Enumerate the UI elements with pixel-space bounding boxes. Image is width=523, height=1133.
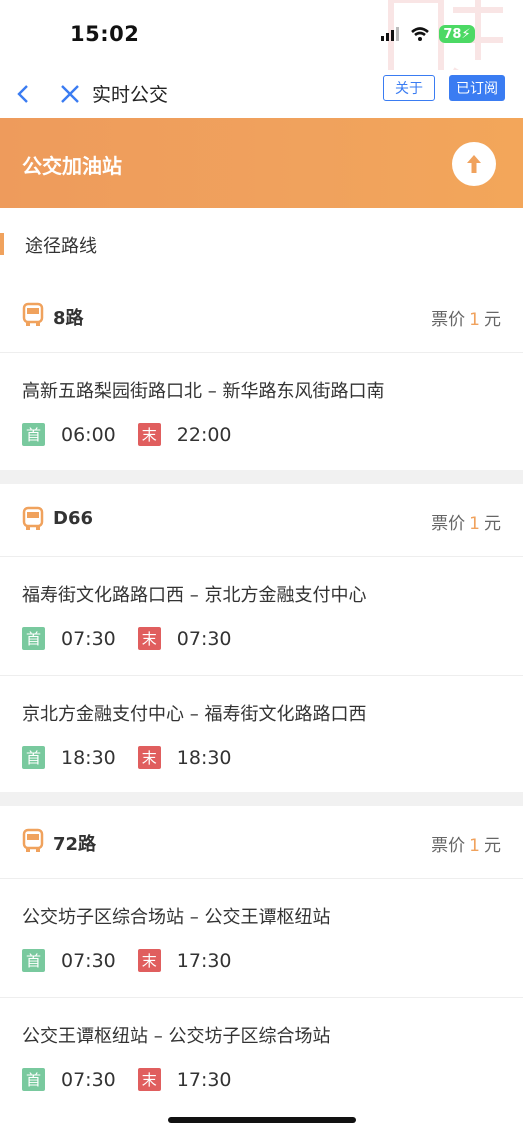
trip-row[interactable]: 高新五路梨园街路口北 – 新华路东风街路口南 首 06:00 末 22:00 <box>0 353 523 471</box>
last-bus-tag: 末 <box>137 949 161 972</box>
route-name: D66 <box>53 508 93 529</box>
section-header: 途径路线 <box>0 228 523 262</box>
trip-times: 首 06:00 末 22:00 <box>22 423 254 446</box>
bus-icon <box>22 302 44 326</box>
first-bus-time: 07:30 <box>61 627 116 650</box>
route-card[interactable]: D66 票价 1 元 福寿街文化路路口西 – 京北方金融支付中心 首 07:30 末… <box>0 488 523 794</box>
route-name: 72路 <box>53 834 97 855</box>
section-title: 途径路线 <box>25 236 97 257</box>
first-bus-tag: 首 <box>22 627 45 650</box>
last-bus-time: 22:00 <box>176 423 232 446</box>
fare-unit: 元 <box>484 836 501 856</box>
card-divider <box>0 792 523 806</box>
card-divider <box>0 470 523 484</box>
last-bus-time: 17:30 <box>176 1068 232 1091</box>
fare-value: 1 <box>469 836 480 856</box>
close-icon[interactable] <box>58 80 82 108</box>
nav-bar: 实时公交 关于 已订阅 <box>0 70 523 118</box>
wifi-icon <box>411 27 429 41</box>
fare-unit: 元 <box>484 310 501 330</box>
trip-direction: 福寿街文化路路口西 – 京北方金融支付中心 <box>22 585 367 606</box>
station-banner: 公交加油站 <box>0 118 523 208</box>
station-title: 公交加油站 <box>22 154 122 178</box>
last-bus-tag: 末 <box>137 1068 161 1091</box>
signal-icon <box>381 27 399 41</box>
first-bus-time: 06:00 <box>61 423 116 446</box>
first-bus-tag: 首 <box>22 949 45 972</box>
route-header: D66 票价 1 元 <box>0 488 523 557</box>
bus-icon <box>22 506 44 530</box>
trip-row[interactable]: 京北方金融支付中心 – 福寿街文化路路口西 首 18:30 末 18:30 <box>0 675 523 794</box>
route-card[interactable]: 72路 票价 1 元 公交坊子区综合场站 – 公交王谭枢纽站 首 07:30 末 1… <box>0 810 523 1116</box>
battery-icon: 78 ⚡ <box>439 25 475 43</box>
first-bus-time: 18:30 <box>61 746 116 769</box>
trip-row[interactable]: 公交坊子区综合场站 – 公交王谭枢纽站 首 07:30 末 17:30 <box>0 879 523 997</box>
last-bus-time: 07:30 <box>176 627 232 650</box>
bus-icon <box>22 828 44 852</box>
page-title: 实时公交 <box>92 84 169 106</box>
trip-direction: 公交王谭枢纽站 – 公交坊子区综合场站 <box>22 1026 331 1047</box>
subscribed-button[interactable]: 已订阅 <box>449 75 505 101</box>
trip-row[interactable]: 公交王谭枢纽站 – 公交坊子区综合场站 首 07:30 末 17:30 <box>0 997 523 1116</box>
route-card[interactable]: 8路 票价 1 元 高新五路梨园街路口北 – 新华路东风街路口南 首 06:00 末… <box>0 284 523 471</box>
last-bus-tag: 末 <box>137 746 161 769</box>
last-bus-time: 17:30 <box>176 949 232 972</box>
fare-label: 票价 <box>431 514 466 534</box>
trip-times: 首 07:30 末 17:30 <box>22 1068 254 1091</box>
arrow-up-icon[interactable] <box>452 142 496 186</box>
trip-times: 首 07:30 末 07:30 <box>22 627 254 650</box>
route-header: 8路 票价 1 元 <box>0 284 523 353</box>
last-bus-time: 18:30 <box>176 746 232 769</box>
fare-label: 票价 <box>431 836 466 856</box>
status-time: 15:02 <box>70 22 140 46</box>
first-bus-time: 07:30 <box>61 949 116 972</box>
trip-direction: 公交坊子区综合场站 – 公交王谭枢纽站 <box>22 907 331 928</box>
fare: 票价 1 元 <box>431 831 501 856</box>
status-icons: 78 ⚡ <box>381 25 475 43</box>
first-bus-tag: 首 <box>22 746 45 769</box>
fare-value: 1 <box>469 310 480 330</box>
chevron-left-icon[interactable] <box>12 80 36 108</box>
status-bar: 15:02 78 ⚡ <box>0 0 523 103</box>
first-bus-time: 07:30 <box>61 1068 116 1091</box>
first-bus-tag: 首 <box>22 1068 45 1091</box>
section-accent-bar <box>0 233 4 255</box>
fare-value: 1 <box>469 514 480 534</box>
fare-unit: 元 <box>484 514 501 534</box>
about-button[interactable]: 关于 <box>383 75 435 101</box>
last-bus-tag: 末 <box>137 423 161 446</box>
route-name: 8路 <box>53 308 84 329</box>
trip-direction: 高新五路梨园街路口北 – 新华路东风街路口南 <box>22 381 385 402</box>
trip-times: 首 07:30 末 17:30 <box>22 949 254 972</box>
fare: 票价 1 元 <box>431 509 501 534</box>
first-bus-tag: 首 <box>22 423 45 446</box>
battery-level: 78 <box>443 26 462 42</box>
home-indicator <box>168 1117 356 1123</box>
fare: 票价 1 元 <box>431 305 501 330</box>
trip-row[interactable]: 福寿街文化路路口西 – 京北方金融支付中心 首 07:30 末 07:30 <box>0 557 523 675</box>
route-header: 72路 票价 1 元 <box>0 810 523 879</box>
fare-label: 票价 <box>431 310 466 330</box>
trip-direction: 京北方金融支付中心 – 福寿街文化路路口西 <box>22 704 367 725</box>
trip-times: 首 18:30 末 18:30 <box>22 746 254 769</box>
last-bus-tag: 末 <box>137 627 161 650</box>
